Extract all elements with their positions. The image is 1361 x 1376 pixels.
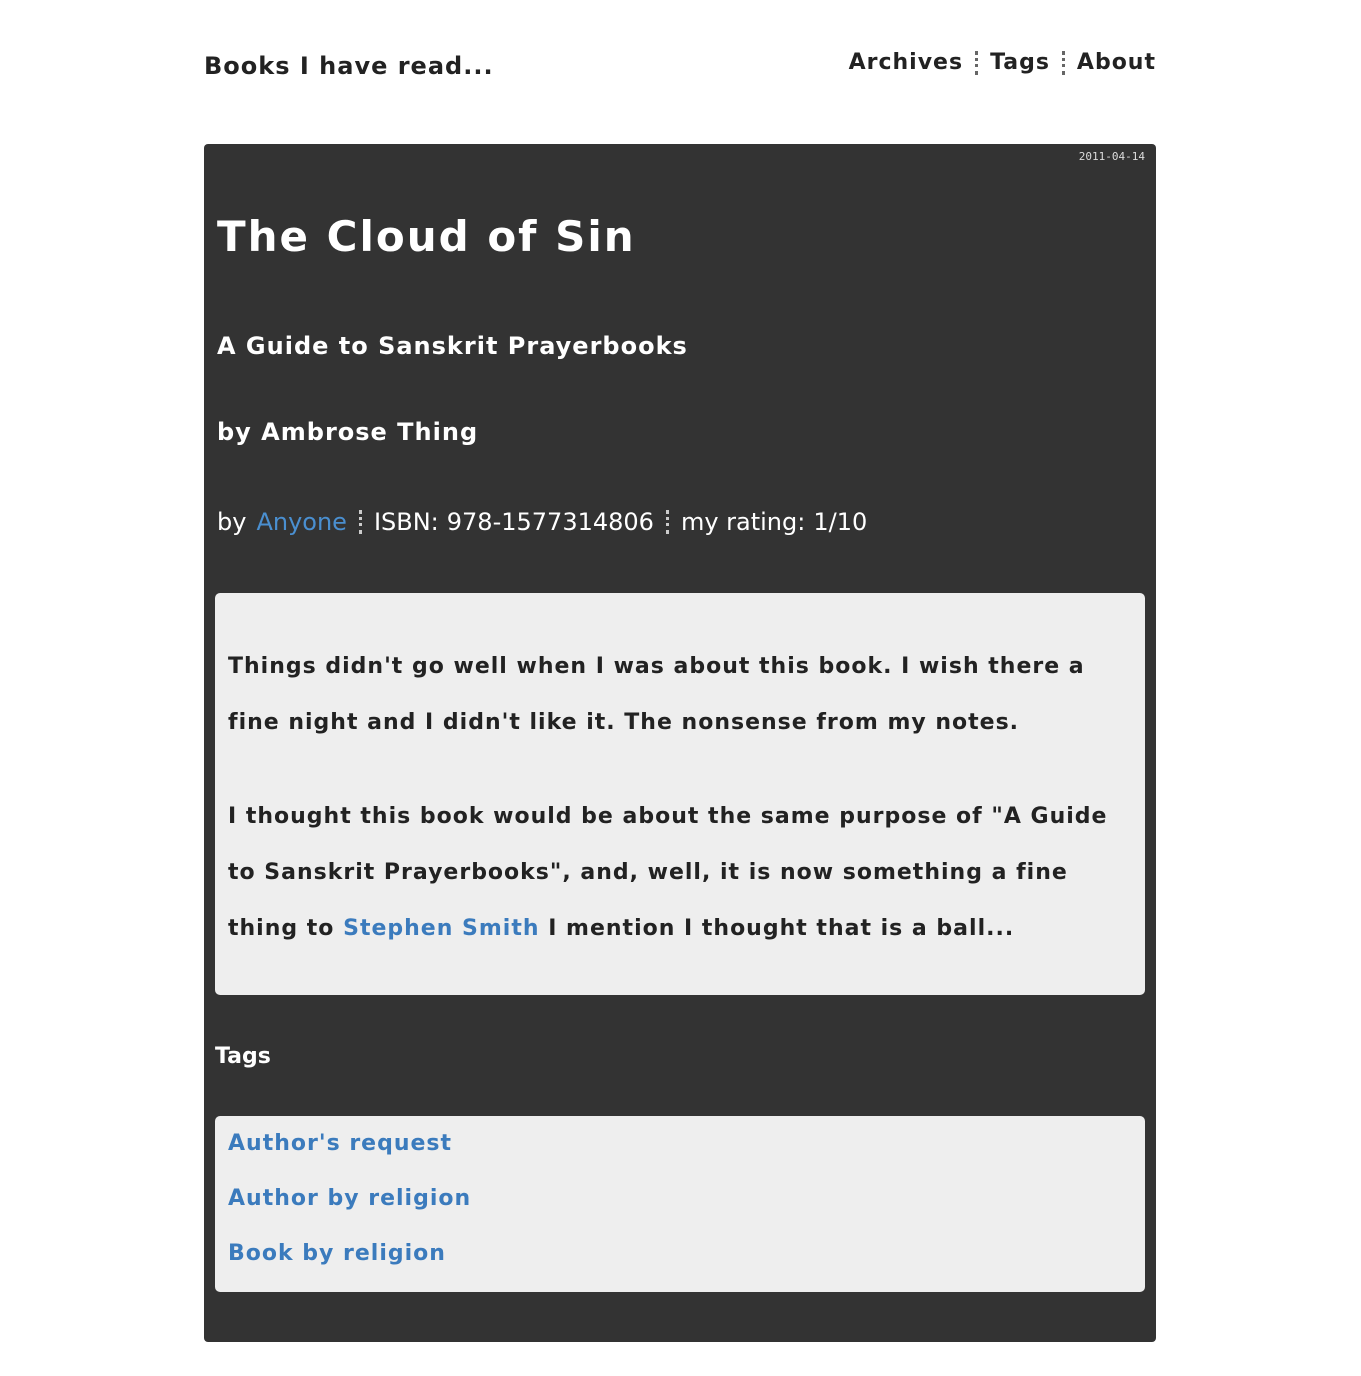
review-inline-link[interactable]: Stephen Smith bbox=[343, 916, 539, 941]
post-date: 2011-04-14 bbox=[1078, 150, 1145, 163]
nav-about-link[interactable]: About bbox=[1077, 50, 1156, 75]
book-meta-line: by Anyone ISBN: 978-1577314806 my rating… bbox=[217, 508, 867, 536]
tags-heading: Tags bbox=[215, 1044, 271, 1069]
nav-separator bbox=[1061, 50, 1065, 75]
nav-archives-link[interactable]: Archives bbox=[849, 50, 963, 75]
post-title: The Cloud of Sin bbox=[217, 212, 636, 261]
review-paragraph-1: Things didn't go well when I was about t… bbox=[228, 654, 1085, 735]
meta-separator bbox=[358, 510, 362, 534]
tags-box: Author's request Author by religion Book… bbox=[215, 1116, 1145, 1292]
review-box: Things didn't go well when I was about t… bbox=[215, 593, 1145, 995]
meta-rating-label: my rating: bbox=[680, 508, 806, 536]
site-header: Books I have read... Archives Tags About bbox=[204, 48, 1156, 84]
meta-by-label: by bbox=[217, 508, 247, 536]
tag-link[interactable]: Book by religion bbox=[228, 1240, 1132, 1268]
meta-isbn-value: 978-1577314806 bbox=[446, 508, 654, 536]
tag-link[interactable]: Author's request bbox=[228, 1130, 1132, 1158]
meta-rating-value: 1/10 bbox=[813, 508, 868, 536]
review-paragraph-2: I thought this book would be about the s… bbox=[228, 789, 1133, 957]
meta-author-link[interactable]: Anyone bbox=[256, 508, 347, 536]
book-author: by Ambrose Thing bbox=[217, 418, 479, 446]
book-title: A Guide to Sanskrit Prayerbooks bbox=[217, 332, 688, 360]
nav-separator bbox=[975, 50, 979, 75]
meta-isbn-label: ISBN: bbox=[373, 508, 439, 536]
tag-link[interactable]: Author by religion bbox=[228, 1185, 1132, 1213]
review-paragraph-2-end: I mention I thought that is a ball... bbox=[548, 916, 1015, 941]
site-title[interactable]: Books I have read... bbox=[204, 52, 494, 80]
article-card: 2011-04-14 The Cloud of Sin A Guide to S… bbox=[204, 144, 1156, 1342]
meta-separator bbox=[665, 510, 669, 534]
top-nav: Archives Tags About bbox=[849, 50, 1156, 75]
nav-tags-link[interactable]: Tags bbox=[990, 50, 1050, 75]
